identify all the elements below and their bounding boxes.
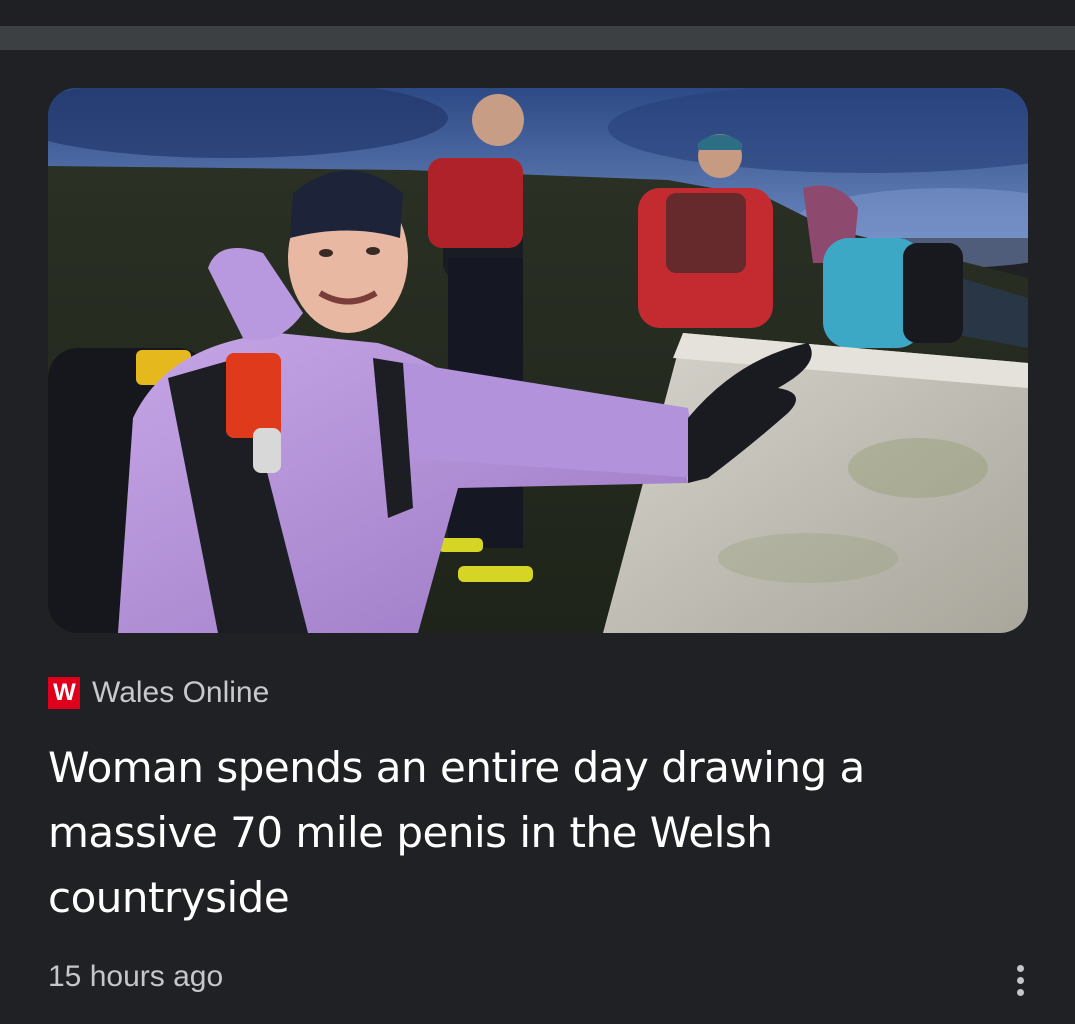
publisher-name: Wales Online xyxy=(92,676,270,709)
more-dot xyxy=(1016,976,1024,984)
more-vert-icon[interactable] xyxy=(1000,958,1040,1002)
article-timestamp: 15 hours ago xyxy=(48,960,224,993)
article-image[interactable] xyxy=(48,88,1028,633)
card-divider xyxy=(0,26,1075,50)
news-card[interactable]: W Wales Online Woman spends an entire da… xyxy=(0,50,1075,1024)
article-headline[interactable]: Woman spends an entire day drawing a mas… xyxy=(48,735,1008,930)
source-row: W Wales Online xyxy=(48,675,269,711)
status-area xyxy=(0,0,1075,26)
article-photo xyxy=(48,88,1028,633)
publisher-logo: W xyxy=(48,677,80,709)
more-dot xyxy=(1016,988,1024,996)
more-dot xyxy=(1016,964,1024,972)
